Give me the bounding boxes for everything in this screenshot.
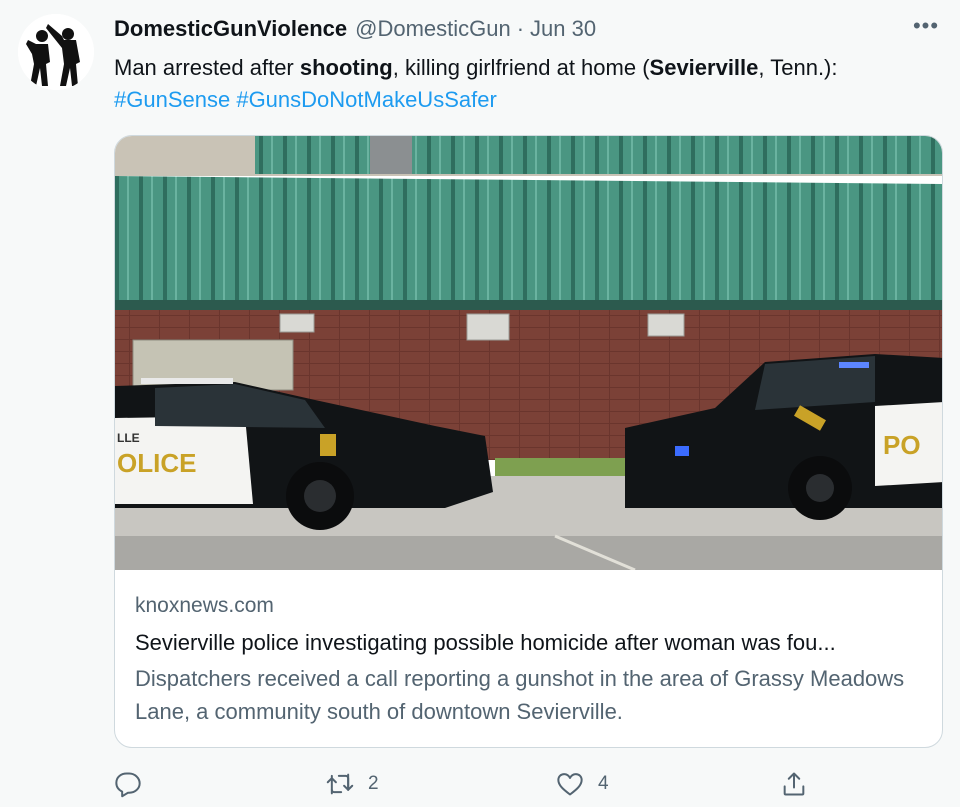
card-image: OLICE LLE PO	[115, 136, 942, 570]
card-meta: knoxnews.com Sevierville police investig…	[135, 594, 924, 728]
tweet-text-part: , Tenn.):	[758, 55, 838, 80]
card-domain: knoxnews.com	[135, 594, 274, 617]
car-left-police-text: OLICE	[117, 448, 196, 478]
card-description: Dispatchers received a call reporting a …	[135, 666, 905, 724]
retweet-icon	[326, 773, 354, 795]
more-icon[interactable]: •••	[912, 12, 940, 40]
tweet-text-bold: shooting	[299, 55, 393, 80]
hashtag-link[interactable]: #GunSense	[114, 87, 230, 112]
tweet-header: DomesticGunViolence @DomesticGun · Jun 3…	[114, 13, 940, 44]
link-preview-card[interactable]: OLICE LLE PO knoxnews.com Sevierville po…	[114, 135, 943, 748]
share-icon	[783, 772, 805, 796]
author-avatar[interactable]	[18, 14, 94, 90]
like-count: 4	[598, 773, 609, 794]
tweet-actions: 2 4	[114, 768, 814, 800]
tweet-text: Man arrested after shooting, killing gir…	[114, 52, 944, 116]
tweet-text-part: , killing girlfriend at home (	[392, 55, 650, 80]
retweet-count: 2	[368, 773, 379, 794]
like-button[interactable]: 4	[556, 768, 609, 800]
header-separator: ·	[516, 16, 525, 41]
car-right-police-text: PO	[883, 430, 921, 460]
retweet-button[interactable]: 2	[326, 768, 379, 800]
share-button[interactable]	[780, 768, 808, 800]
like-icon	[557, 773, 583, 796]
reply-icon	[115, 772, 141, 798]
reply-button[interactable]	[114, 768, 156, 800]
tweet[interactable]: DomesticGunViolence @DomesticGun · Jun 3…	[0, 0, 960, 807]
author-display-name[interactable]: DomesticGunViolence	[114, 16, 347, 42]
tweet-date[interactable]: Jun 30	[530, 16, 596, 42]
hashtag-link[interactable]: #GunsDoNotMakeUsSafer	[236, 87, 496, 112]
tweet-text-bold: Sevierville	[649, 55, 759, 80]
car-left-small-text: LLE	[117, 431, 140, 445]
tweet-text-part: Man arrested after	[114, 55, 300, 80]
card-title: Sevierville police investigating possibl…	[135, 630, 836, 655]
avatar-silhouette-icon	[18, 14, 94, 90]
author-handle[interactable]: @DomesticGun	[355, 16, 511, 42]
